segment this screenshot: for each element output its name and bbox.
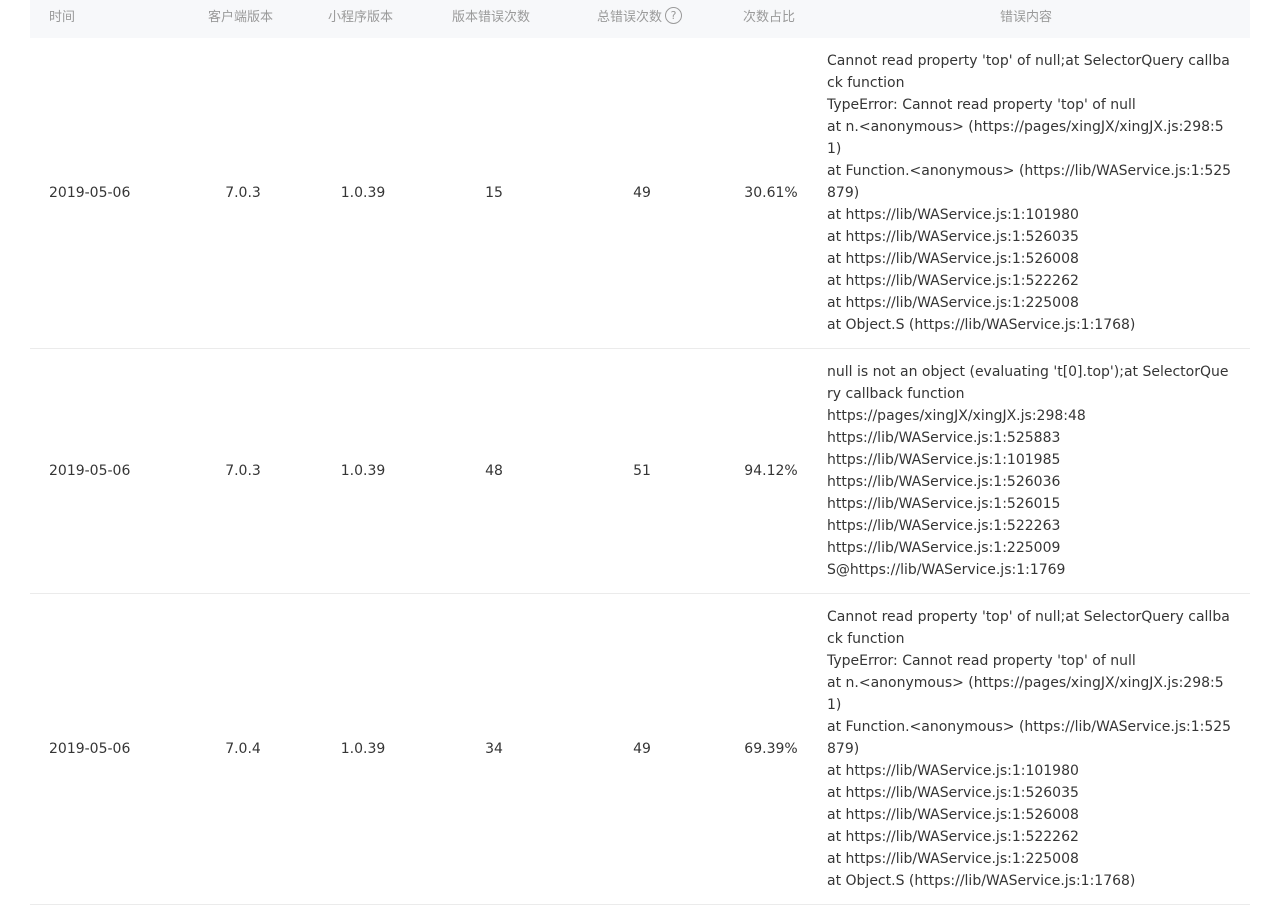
header-client-version: 客户端版本	[208, 10, 274, 25]
header-content: 错误内容	[1000, 10, 1053, 25]
header-ratio: 次数占比	[743, 10, 796, 25]
table-row: 2019-05-06 7.0.3 1.0.39 15 49 30.61% Cannot re…	[30, 38, 1250, 349]
error-line: Cannot read property 'top' of null;at Se…	[827, 609, 1230, 647]
header-time: 时间	[49, 10, 76, 25]
cell-app-version: 1.0.39	[340, 185, 386, 201]
error-line: at https://lib/WAService.js:1:225008	[827, 851, 1079, 867]
table-header: 时间 客户端版本 小程序版本 版本错误次数 总错误次数? 次数占比 错误内容	[30, 0, 1250, 38]
error-line: at https://lib/WAService.js:1:225008	[827, 295, 1079, 311]
error-line: at https://lib/WAService.js:1:522262	[827, 829, 1079, 845]
error-line: at https://lib/WAService.js:1:526008	[827, 807, 1079, 823]
error-line: at Object.S (https://lib/WAService.js:1:…	[827, 317, 1136, 333]
header-total-errors: 总错误次数?	[597, 0, 683, 38]
help-icon[interactable]: ?	[665, 7, 683, 24]
error-line: null is not an object (evaluating 't[0].…	[827, 364, 1229, 402]
cell-version-errors: 48	[485, 463, 503, 479]
error-line: TypeError: Cannot read property 'top' of…	[827, 653, 1136, 669]
error-line: at n.<anonymous> (https://pages/xingJX/x…	[827, 119, 1224, 157]
error-line: S@https://lib/WAService.js:1:1769	[827, 562, 1066, 578]
error-line: https://lib/WAService.js:1:526015	[827, 496, 1061, 512]
error-line: at https://lib/WAService.js:1:526008	[827, 251, 1079, 267]
error-table: 时间 客户端版本 小程序版本 版本错误次数 总错误次数? 次数占比 错误内容 2…	[30, 0, 1250, 905]
error-line: at Function.<anonymous> (https://lib/WAS…	[827, 719, 1232, 757]
cell-date: 2019-05-06	[49, 741, 131, 757]
table-row: 2019-05-06 7.0.3 1.0.39 48 51 94.12% null is n…	[30, 349, 1250, 594]
error-line: Cannot read property 'top' of null;at Se…	[827, 53, 1230, 91]
cell-client-version: 7.0.3	[225, 185, 261, 201]
error-line: https://lib/WAService.js:1:525883	[827, 430, 1061, 446]
error-line: at n.<anonymous> (https://pages/xingJX/x…	[827, 675, 1224, 713]
table-row: 2019-05-06 7.0.4 1.0.39 34 49 69.39% Cannot re…	[30, 594, 1250, 905]
cell-date: 2019-05-06	[49, 185, 131, 201]
header-app-version: 小程序版本	[328, 10, 394, 25]
error-line: at https://lib/WAService.js:1:101980	[827, 207, 1079, 223]
error-line: https://lib/WAService.js:1:526036	[827, 474, 1061, 490]
error-line: at Function.<anonymous> (https://lib/WAS…	[827, 163, 1232, 201]
cell-client-version: 7.0.3	[225, 463, 261, 479]
cell-total-errors: 49	[633, 741, 651, 757]
error-line: at https://lib/WAService.js:1:522262	[827, 273, 1079, 289]
cell-client-version: 7.0.4	[225, 741, 261, 757]
cell-total-errors: 49	[633, 185, 651, 201]
error-line: at Object.S (https://lib/WAService.js:1:…	[827, 873, 1136, 889]
cell-ratio: 94.12%	[744, 463, 798, 479]
error-line: at https://lib/WAService.js:1:101980	[827, 763, 1079, 779]
cell-ratio: 30.61%	[744, 185, 798, 201]
cell-app-version: 1.0.39	[340, 741, 386, 757]
cell-total-errors: 51	[633, 463, 651, 479]
header-version-errors: 版本错误次数	[452, 10, 531, 25]
cell-error-content: Cannot read property 'top' of null;at Se…	[827, 38, 1233, 348]
error-line: at https://lib/WAService.js:1:526035	[827, 229, 1079, 245]
cell-date: 2019-05-06	[49, 463, 131, 479]
cell-version-errors: 34	[485, 741, 503, 757]
error-line: https://lib/WAService.js:1:522263	[827, 518, 1061, 534]
header-total-errors-label: 总错误次数	[597, 10, 663, 25]
error-line: at https://lib/WAService.js:1:526035	[827, 785, 1079, 801]
error-line: TypeError: Cannot read property 'top' of…	[827, 97, 1136, 113]
cell-error-content: null is not an object (evaluating 't[0].…	[827, 349, 1233, 593]
table-body: 2019-05-06 7.0.3 1.0.39 15 49 30.61% Cannot re…	[30, 38, 1250, 905]
cell-app-version: 1.0.39	[340, 463, 386, 479]
cell-error-content: Cannot read property 'top' of null;at Se…	[827, 594, 1233, 904]
error-line: https://pages/xingJX/xingJX.js:298:48	[827, 408, 1086, 424]
cell-version-errors: 15	[485, 185, 503, 201]
cell-ratio: 69.39%	[744, 741, 798, 757]
error-line: https://lib/WAService.js:1:225009	[827, 540, 1061, 556]
error-line: https://lib/WAService.js:1:101985	[827, 452, 1061, 468]
